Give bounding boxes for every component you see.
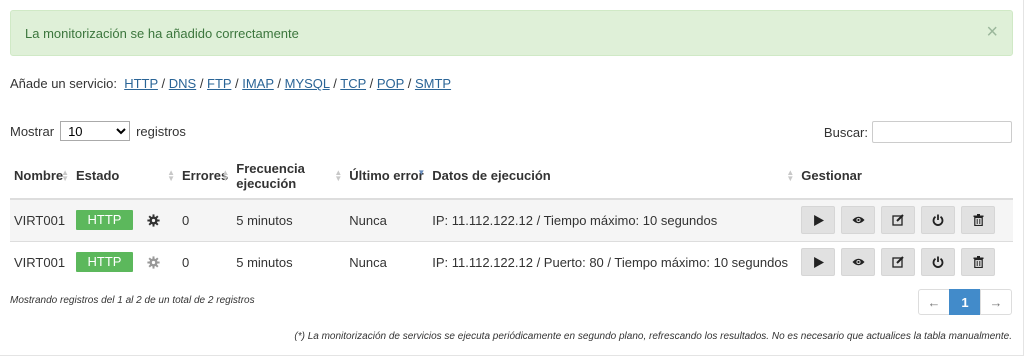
add-service-label: Añade un servicio: (10, 76, 117, 91)
table-info: Mostrando registros del 1 al 2 de un tot… (10, 295, 255, 306)
close-icon[interactable]: × (986, 22, 998, 42)
page-length-control: Mostrar 10 registros (10, 121, 186, 141)
toggle-power-button[interactable] (921, 248, 956, 277)
toggle-power-button[interactable] (921, 206, 956, 235)
edit-icon (892, 256, 904, 268)
service-link-dns[interactable]: DNS (169, 76, 196, 91)
page-frame: La monitorización se ha añadido correcta… (0, 0, 1024, 356)
gear-icon[interactable] (147, 256, 160, 269)
power-icon (932, 256, 944, 269)
view-button[interactable] (841, 248, 876, 277)
sort-desc-icon: ▼ (417, 168, 426, 177)
search-label: Buscar: (823, 124, 868, 140)
table-header-row: Nombre ▲ ▼ Estado ▲ ▼ Errores ▲ ▼ Frecuencia ej… (10, 153, 1013, 200)
edit-icon (892, 214, 904, 226)
cell-errors: 0 (178, 198, 233, 241)
edit-button[interactable] (881, 206, 916, 235)
table-row: VIRT001 HTTP 0 5 minutos Nunca IP: 11.11… (10, 198, 1013, 241)
column-header-frequency[interactable]: Frecuencia ejecución ▲ ▼ (232, 153, 346, 200)
pagination: ← 1 → (918, 289, 1012, 315)
page-length-select[interactable]: 10 (60, 121, 131, 141)
alert-message: La monitorización se ha añadido correcta… (25, 26, 299, 41)
cell-name: VIRT001 (10, 240, 72, 283)
cell-last-error: Nunca (345, 198, 429, 241)
separator: / (231, 76, 243, 91)
service-link-http[interactable]: HTTP (124, 76, 158, 91)
sort-icon: ▲ ▼ (167, 168, 175, 183)
cell-frequency: 5 minutos (232, 198, 346, 241)
trash-icon (973, 214, 984, 227)
delete-button[interactable] (961, 206, 996, 235)
sort-icon: ▲ ▼ (786, 168, 795, 183)
service-link-ftp[interactable]: FTP (207, 76, 231, 91)
eye-icon (852, 217, 865, 224)
sort-icon: ▲ ▼ (61, 168, 69, 183)
separator: / (157, 76, 169, 91)
length-prefix: Mostrar (10, 123, 55, 139)
eye-icon (852, 259, 865, 266)
cell-frequency: 5 minutos (232, 240, 346, 283)
search-input[interactable] (872, 121, 1012, 143)
monitors-table: Nombre ▲ ▼ Estado ▲ ▼ Errores ▲ ▼ Frecuencia ej… (10, 153, 1013, 283)
delete-button[interactable] (961, 248, 996, 277)
cell-exec-data: IP: 11.112.122.12 / Tiempo máximo: 10 se… (428, 198, 798, 241)
status-badge: HTTP (76, 210, 133, 231)
column-header-last-error[interactable]: Último error ▼ (345, 153, 429, 200)
prev-page-button[interactable]: ← (918, 289, 950, 315)
service-link-pop[interactable]: POP (377, 76, 404, 91)
cell-actions (797, 240, 1013, 283)
table-row: VIRT001 HTTP 0 5 minutos Nunca IP: 11.11… (10, 240, 1013, 283)
next-page-button[interactable]: → (980, 289, 1012, 315)
play-icon (813, 214, 824, 226)
cell-errors: 0 (178, 240, 233, 283)
run-button[interactable] (801, 248, 836, 277)
service-link-smtp[interactable]: SMTP (415, 76, 451, 91)
column-header-exec-data[interactable]: Datos de ejecución ▲ ▼ (428, 153, 798, 200)
column-header-manage: Gestionar (797, 153, 1013, 200)
success-alert: La monitorización se ha añadido correcta… (10, 10, 1013, 56)
gear-icon[interactable] (147, 214, 160, 227)
separator: / (273, 76, 285, 91)
sort-icon: ▲ ▼ (221, 168, 230, 183)
cell-name: VIRT001 (10, 198, 72, 241)
cell-actions (797, 198, 1013, 241)
length-suffix: registros (136, 123, 186, 139)
cell-last-error: Nunca (345, 240, 429, 283)
search-control: Buscar: (824, 121, 1012, 143)
run-button[interactable] (801, 206, 836, 235)
footnote: (*) La monitorización de servicios se ej… (294, 331, 1012, 342)
power-icon (932, 214, 944, 227)
separator: / (329, 76, 341, 91)
service-link-mysql[interactable]: MYSQL (285, 76, 330, 91)
separator: / (366, 76, 377, 91)
cell-state: HTTP (72, 240, 178, 283)
cell-exec-data: IP: 11.112.122.12 / Puerto: 80 / Tiempo … (428, 240, 798, 283)
edit-button[interactable] (881, 248, 916, 277)
separator: / (196, 76, 208, 91)
service-link-tcp[interactable]: TCP (340, 76, 366, 91)
status-badge: HTTP (76, 252, 133, 273)
trash-icon (973, 256, 984, 269)
service-link-imap[interactable]: IMAP (242, 76, 274, 91)
sort-icon: ▲ ▼ (334, 168, 343, 183)
view-button[interactable] (841, 206, 876, 235)
add-service-bar: Añade un servicio: HTTP / DNS / FTP / IM… (10, 76, 451, 91)
column-header-name[interactable]: Nombre ▲ ▼ (10, 153, 72, 200)
page-button-current[interactable]: 1 (949, 289, 981, 315)
cell-state: HTTP (72, 198, 178, 241)
separator: / (404, 76, 415, 91)
play-icon (813, 256, 824, 268)
column-header-errors[interactable]: Errores ▲ ▼ (178, 153, 233, 200)
column-header-state[interactable]: Estado ▲ ▼ (72, 153, 178, 200)
